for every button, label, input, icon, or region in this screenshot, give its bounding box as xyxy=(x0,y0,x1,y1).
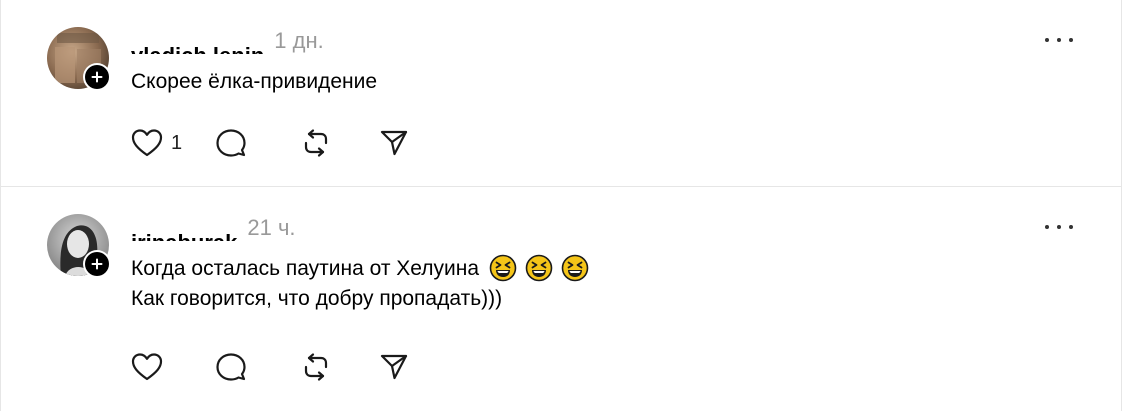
timestamp: 1 дн. xyxy=(274,28,324,53)
timestamp: 21 ч. xyxy=(247,215,296,240)
comment-text: Скорее ёлка-привидение xyxy=(131,66,377,96)
grinning-squinting-face-icon: 😆 xyxy=(489,254,517,282)
repost-icon xyxy=(304,129,328,157)
avatar-container[interactable] xyxy=(47,27,111,91)
send-icon xyxy=(380,130,408,156)
comments-feed: vladich.lenin 1 дн. Скорее ёлка-привиден… xyxy=(0,0,1122,411)
comment-header: irinaburak 21 ч. xyxy=(131,215,296,241)
comment-header: vladich.lenin 1 дн. xyxy=(131,28,324,54)
comment-text-line: Как говорится, что добру пропадать))) xyxy=(131,286,503,310)
plus-icon xyxy=(85,252,109,276)
repost-button[interactable] xyxy=(301,351,379,383)
grinning-squinting-face-icon: 😆 xyxy=(525,254,553,282)
comment-button[interactable] xyxy=(215,351,301,383)
grinning-squinting-face-icon: 😆 xyxy=(561,254,589,282)
more-horizontal-icon xyxy=(1045,38,1049,42)
like-button[interactable]: 1 xyxy=(131,127,215,159)
comment-text-line: Когда осталась паутина от Хелуина 😆 😆 xyxy=(131,253,589,283)
share-button[interactable] xyxy=(379,351,409,383)
more-options-button[interactable] xyxy=(1045,221,1073,233)
action-bar xyxy=(131,351,409,383)
heart-icon xyxy=(131,129,163,157)
comment-button[interactable] xyxy=(215,127,301,159)
follow-button[interactable] xyxy=(83,63,111,91)
like-count: 1 xyxy=(171,131,183,154)
plus-icon xyxy=(85,65,109,89)
avatar-container[interactable] xyxy=(47,214,111,278)
share-button[interactable] xyxy=(379,127,409,159)
repost-button[interactable] xyxy=(301,127,379,159)
more-horizontal-icon xyxy=(1045,225,1049,229)
comment-bubble-icon xyxy=(216,353,246,381)
action-bar: 1 xyxy=(131,127,409,159)
comment-bubble-icon xyxy=(216,129,246,157)
follow-button[interactable] xyxy=(83,250,111,278)
heart-icon xyxy=(131,353,163,381)
comment-post: vladich.lenin 1 дн. Скорее ёлка-привиден… xyxy=(1,0,1121,187)
username-link[interactable]: vladich.lenin xyxy=(131,37,264,54)
send-icon xyxy=(380,354,408,380)
username-link[interactable]: irinaburak xyxy=(131,224,237,241)
more-options-button[interactable] xyxy=(1045,34,1073,46)
comment-post: irinaburak 21 ч. Когда осталась паутина … xyxy=(1,187,1121,411)
comment-text-line: Скорее ёлка-привидение xyxy=(131,69,378,93)
repost-icon xyxy=(304,353,328,381)
comment-text: Когда осталась паутина от Хелуина 😆 😆 xyxy=(131,253,589,313)
like-button[interactable] xyxy=(131,351,215,383)
emoji-group: 😆 😆 😆 xyxy=(485,254,589,282)
